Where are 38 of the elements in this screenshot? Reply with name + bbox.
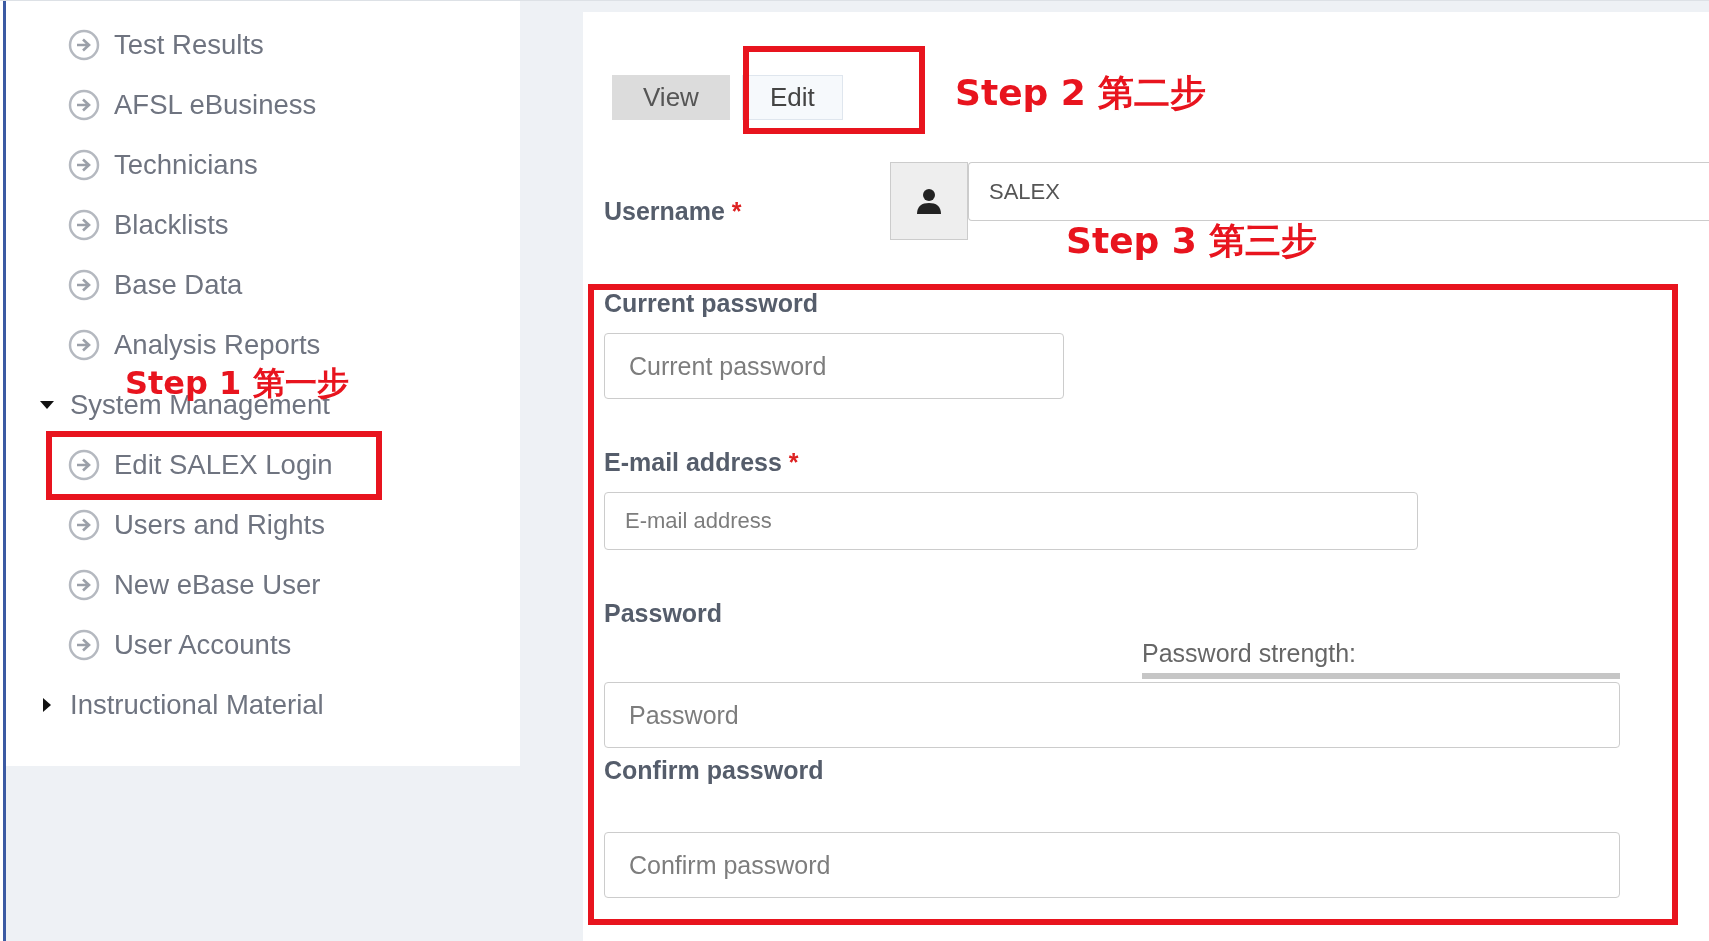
- arrow-circle-icon: [68, 629, 100, 661]
- password-field[interactable]: Confirm password: [604, 832, 1620, 898]
- step-annotation: Step 3 第三步: [1066, 221, 1318, 261]
- arrow-circle-icon: [68, 29, 100, 61]
- field-label: Current password: [604, 288, 819, 318]
- sidebar-item[interactable]: Edit SALEX Login: [114, 449, 333, 481]
- arrow-circle-icon: [68, 329, 100, 361]
- sidebar-item[interactable]: Test Results: [114, 29, 264, 61]
- arrow-circle-icon: [68, 449, 100, 481]
- email-field[interactable]: E-mail address: [604, 492, 1418, 550]
- sidebar-item[interactable]: New eBase User: [114, 569, 321, 601]
- sidebar-group[interactable]: Instructional Material: [70, 689, 324, 721]
- field-label: Confirm password: [604, 755, 825, 785]
- field-label: Password: [604, 598, 724, 628]
- sidebar-item[interactable]: Technicians: [114, 149, 258, 181]
- arrow-circle-icon: [68, 269, 100, 301]
- arrow-circle-icon: [68, 509, 100, 541]
- user-icon: [917, 188, 941, 214]
- arrow-circle-icon: [68, 209, 100, 241]
- arrow-circle-icon: [68, 89, 100, 121]
- step-annotation: Step 2 第二步: [955, 73, 1207, 113]
- strength-label: Password strength:: [1142, 638, 1357, 668]
- sidebar-item[interactable]: User Accounts: [114, 629, 292, 661]
- sidebar-item[interactable]: Base Data: [114, 269, 243, 301]
- field-label: Username *: [604, 196, 743, 226]
- password-field[interactable]: Current password: [604, 333, 1064, 399]
- password-field[interactable]: Password: [604, 682, 1620, 748]
- sidebar-item[interactable]: Analysis Reports: [114, 329, 321, 361]
- sidebar-item[interactable]: AFSL eBusiness: [114, 89, 317, 121]
- tab[interactable]: View: [612, 75, 730, 120]
- sidebar-item[interactable]: Users and Rights: [114, 509, 325, 541]
- username-field[interactable]: SALEX: [968, 162, 1709, 221]
- arrow-circle-icon: [68, 149, 100, 181]
- tab[interactable]: Edit: [741, 75, 843, 120]
- user-button[interactable]: [890, 162, 968, 240]
- sidebar-item[interactable]: Blacklists: [114, 209, 229, 241]
- arrow-circle-icon: [68, 569, 100, 601]
- field-label: E-mail address *: [604, 447, 800, 477]
